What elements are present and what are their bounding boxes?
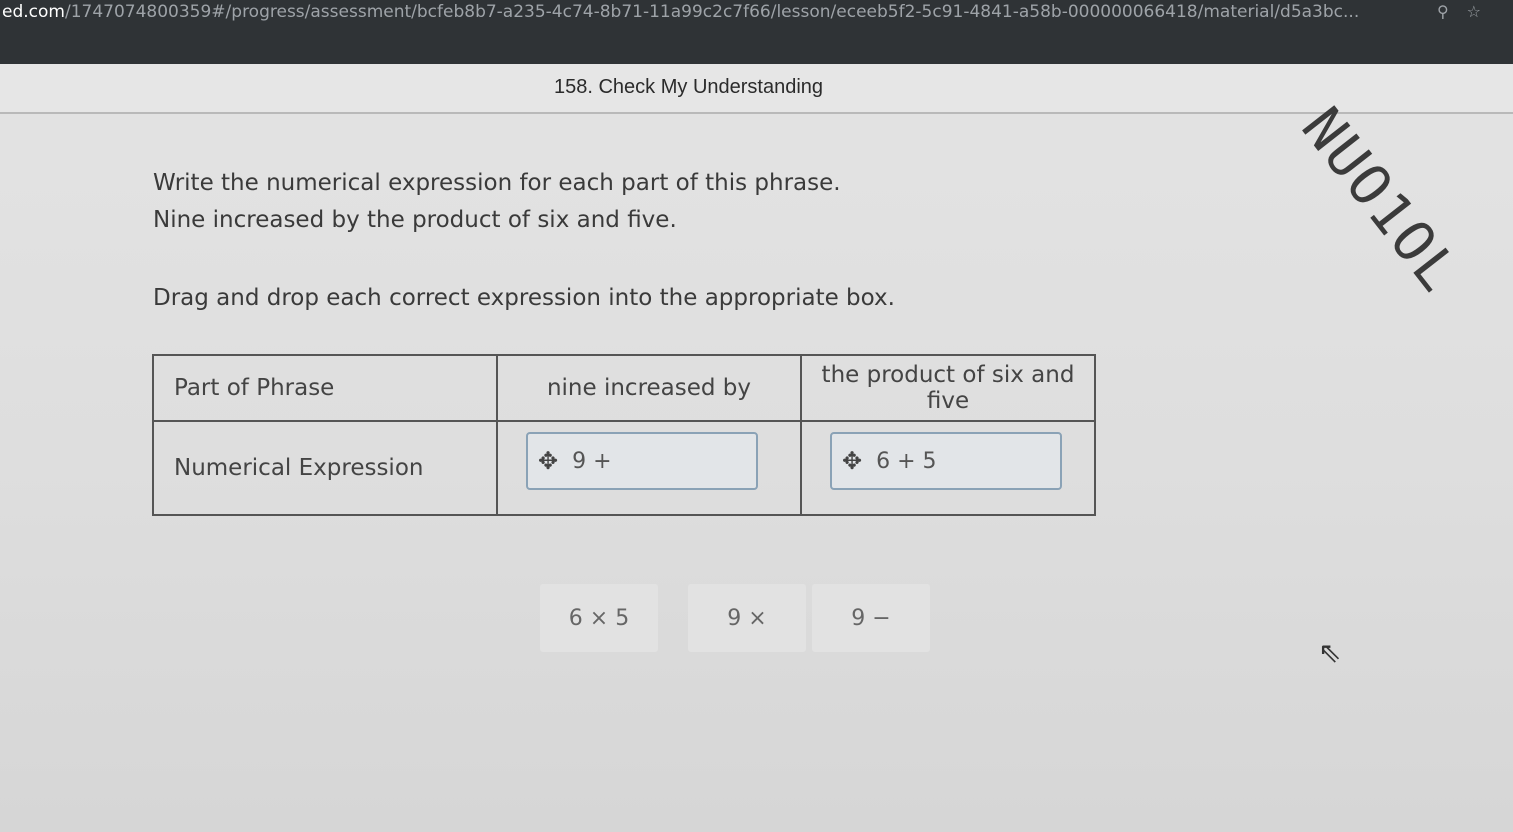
header-cell: nine increased by	[496, 354, 802, 422]
drag-instruction: Drag and drop each correct expression in…	[153, 285, 895, 311]
bookmark-star-icon[interactable]: ☆	[1467, 2, 1499, 21]
page-title: 158. Check My Understanding	[554, 76, 824, 98]
placed-chip[interactable]: ✥ 9 +	[526, 432, 758, 490]
choice-tile[interactable]: 6 × 5	[540, 584, 658, 652]
handwritten-tag: NUO1OL	[1288, 96, 1472, 305]
url-host: ed.com	[2, 2, 65, 22]
move-arrows-icon[interactable]: ✥	[538, 447, 558, 475]
url-path: /1747074800359#/progress/assessment/bcfe…	[64, 2, 1360, 22]
header-cell: Part of Phrase	[152, 354, 498, 422]
chip-label: 6 + 5	[876, 448, 937, 474]
phrase-text: Nine increased by the product of six and…	[153, 207, 677, 233]
placed-chip[interactable]: ✥ 6 + 5	[830, 432, 1062, 490]
row-label: Numerical Expression	[152, 420, 498, 516]
instruction-text: Write the numerical expression for each …	[153, 170, 841, 196]
table-header-row: Part of Phrase nine increased by the pro…	[152, 354, 1096, 422]
header-cell: the product of six and five	[800, 354, 1096, 422]
search-icon[interactable]: ⚲	[1437, 2, 1467, 21]
choice-tile[interactable]: 9 −	[812, 584, 930, 652]
answer-table: Part of Phrase nine increased by the pro…	[152, 354, 1096, 516]
mouse-pointer-icon: ⇖	[1318, 636, 1342, 669]
move-arrows-icon[interactable]: ✥	[842, 447, 862, 475]
chip-label: 9 +	[572, 448, 612, 474]
browser-url-bar[interactable]: ed.com/1747074800359#/progress/assessmen…	[0, 0, 1513, 64]
table-row: Numerical Expression ✥ 9 + ✥ 6 + 5	[152, 420, 1096, 516]
drop-zone-nine-increased-by[interactable]: ✥ 9 +	[496, 420, 802, 516]
choice-tile[interactable]: 9 ×	[688, 584, 806, 652]
drop-zone-product[interactable]: ✥ 6 + 5	[800, 420, 1096, 516]
